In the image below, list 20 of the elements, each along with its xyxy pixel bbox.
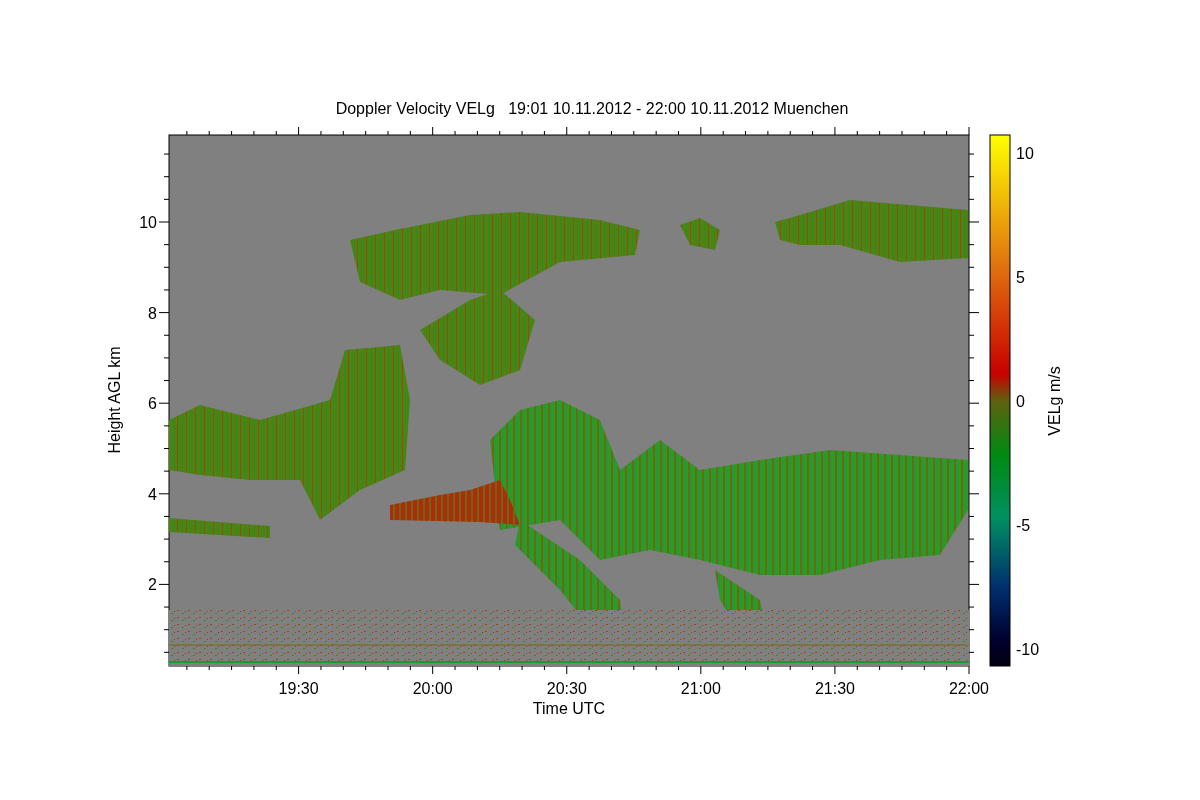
colorbar-tick-label: -10: [1016, 641, 1040, 658]
colorbar-tick-label: 0: [1016, 393, 1025, 410]
y-tick-label: 8: [148, 304, 157, 322]
x-tick-label: 21:30: [814, 680, 855, 697]
y-axis-title: Height AGL km: [106, 346, 123, 454]
x-tick-label: 20:00: [412, 680, 453, 697]
x-tick-label: 19:30: [278, 680, 319, 697]
x-tick-label: 22:00: [949, 680, 989, 697]
plot-title: Doppler Velocity VELg 19:01 10.11.2012 - 22:00 10.11.2012 Muenchen: [335, 100, 849, 117]
y-tick-label: 10: [139, 214, 157, 231]
colorbar-tick-label: -5: [1016, 517, 1031, 534]
y-tick-label: 2: [148, 576, 157, 594]
colorbar-title: VELg m/s: [1046, 366, 1063, 436]
x-tick-label: 21:00: [680, 680, 721, 697]
y-tick-label: 4: [148, 485, 157, 503]
colorbar-tick-label: 10: [1016, 145, 1034, 162]
x-tick-label: 20:30: [546, 680, 587, 697]
y-tick-label: 6: [148, 395, 157, 413]
x-axis-title: Time UTC: [532, 700, 606, 717]
colorbar-tick-label: 5: [1016, 269, 1025, 286]
